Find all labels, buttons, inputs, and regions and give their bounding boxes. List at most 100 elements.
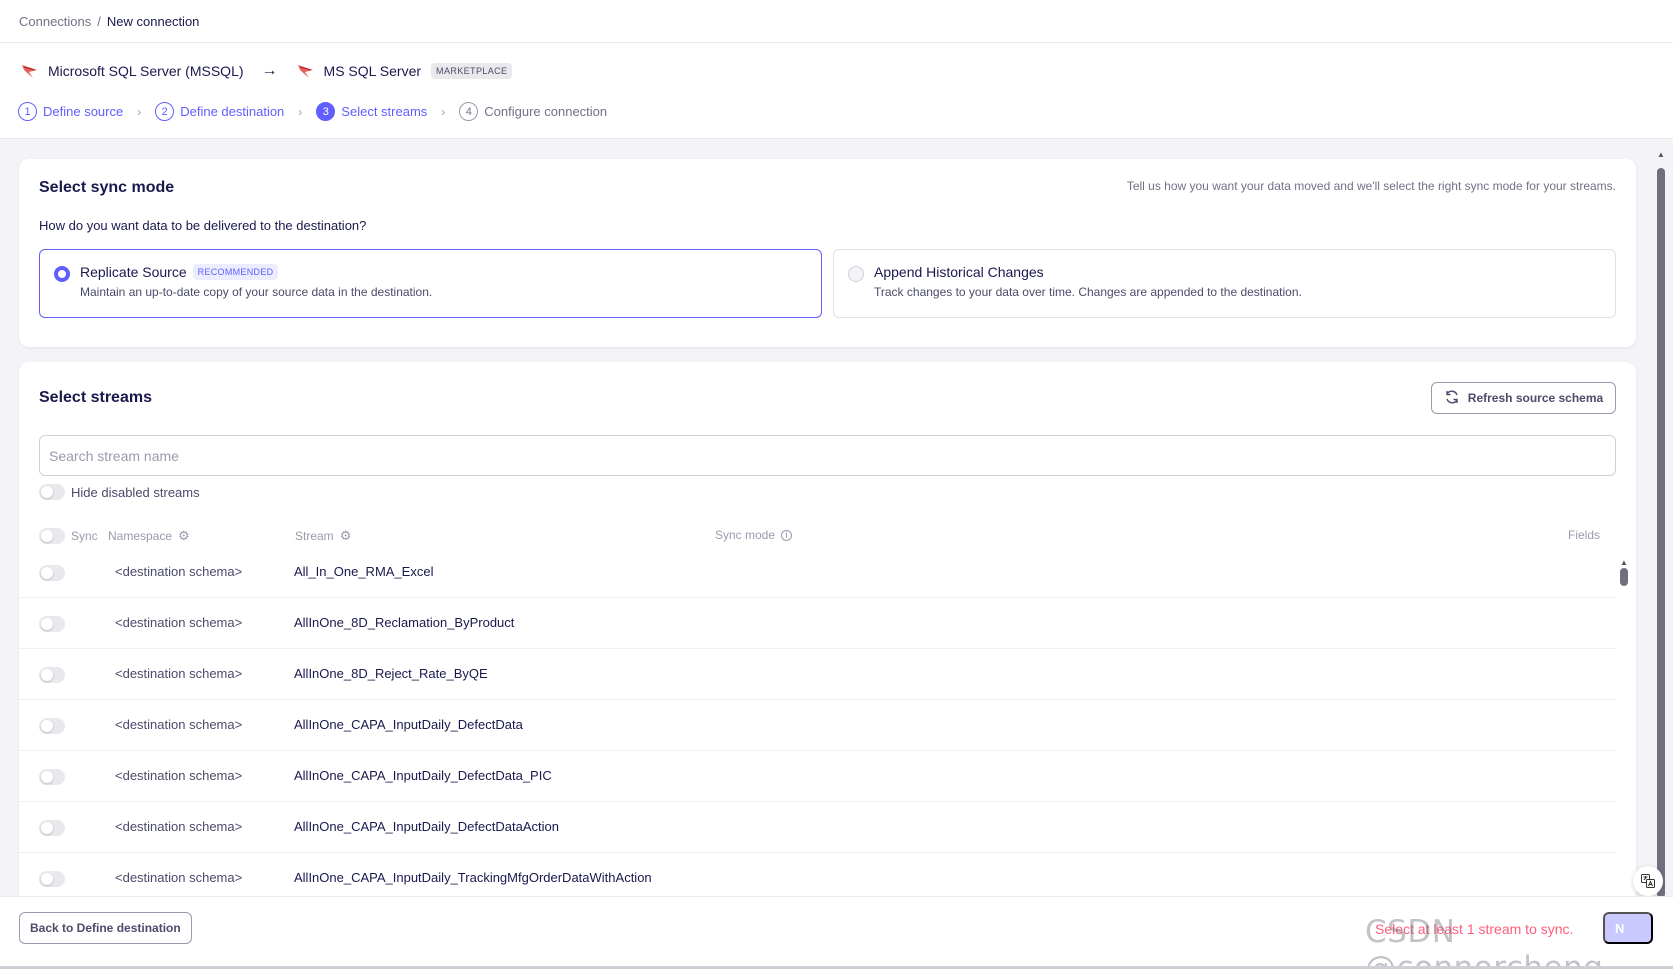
stream-name-cell: AllInOne_8D_Reject_Rate_ByQE [294,666,488,681]
stream-name-cell: All_In_One_RMA_Excel [294,564,434,579]
table-row[interactable]: <destination schema> AllInOne_8D_Reject_… [19,649,1616,700]
table-scrollbar[interactable]: ▲ [1620,558,1628,898]
namespace-cell: <destination schema> [115,717,243,732]
column-sync-label: Sync [71,529,98,543]
sync-mode-title: Select sync mode [39,179,175,196]
hide-disabled-label: Hide disabled streams [71,484,200,500]
option-replicate-source[interactable]: Replicate Source RECOMMENDED Maintain an… [39,249,822,318]
hide-disabled-streams: Hide disabled streams [39,484,200,500]
column-fields-label: Fields [1568,528,1601,542]
source-name: Microsoft SQL Server (MSSQL) [48,63,244,79]
table-row[interactable]: <destination schema> All_In_One_RMA_Exce… [19,547,1616,598]
refresh-source-schema-button[interactable]: Refresh source schema [1431,382,1616,414]
namespace-cell: <destination schema> [115,768,243,783]
refresh-label: Refresh source schema [1467,391,1604,405]
step-configure-connection: 4 Configure connection [459,102,607,121]
chevron-right-icon: › [137,104,142,119]
step-label: Configure connection [484,104,608,119]
namespace-cell: <destination schema> [115,819,243,834]
gear-icon[interactable]: ⚙ [340,528,352,544]
table-row[interactable]: <destination schema> AllInOne_8D_Reclama… [19,598,1616,649]
connection-summary: Microsoft SQL Server (MSSQL) → MS SQL Se… [20,59,513,83]
back-button[interactable]: Back to Define destination [19,912,192,944]
select-streams-title: Select streams [39,389,152,406]
translate-icon[interactable] [1633,866,1663,896]
sync-mode-question: How do you want data to be delivered to … [39,218,367,233]
gear-icon[interactable]: ⚙ [178,528,190,544]
namespace-cell: <destination schema> [115,666,243,681]
chevron-right-icon: › [298,104,303,119]
step-number: 4 [459,102,479,121]
step-label: Define source [43,104,124,119]
stream-sync-toggle[interactable] [39,565,65,581]
column-namespace: Namespace ⚙ [108,528,190,544]
connection-header: Microsoft SQL Server (MSSQL) → MS SQL Se… [0,43,1673,139]
option-description: Track changes to your data over time. Ch… [874,285,1302,299]
next-button[interactable]: N [1603,912,1653,944]
step-select-streams[interactable]: 3 Select streams [316,102,427,121]
page-scrollbar[interactable]: ▲ [1655,150,1667,900]
mssql-source-icon [20,61,40,81]
marketplace-badge: MARKETPLACE [431,63,513,79]
stream-sync-toggle[interactable] [39,769,65,785]
search-stream-input[interactable] [39,435,1616,476]
step-define-destination[interactable]: 2 Define destination [155,102,284,121]
top-bar: Connections / New connection [0,0,1673,43]
namespace-cell: <destination schema> [115,564,243,579]
footer-bar: Back to Define destination Select at lea… [0,896,1673,969]
validation-error: Select at least 1 stream to sync. [1375,921,1574,937]
table-row[interactable]: <destination schema> AllInOne_CAPA_Input… [19,700,1616,751]
step-label: Define destination [180,104,285,119]
stream-name-cell: AllInOne_CAPA_InputDaily_TrackingMfgOrde… [294,870,652,885]
sync-mode-card: Select sync mode Tell us how you want yo… [19,159,1636,347]
info-icon[interactable]: i [781,529,793,541]
stream-sync-toggle[interactable] [39,616,65,632]
breadcrumb-current: New connection [106,13,200,29]
step-define-source[interactable]: 1 Define source [18,102,123,121]
stream-sync-toggle[interactable] [39,871,65,887]
option-title: Append Historical Changes [874,264,1044,280]
chevron-right-icon: › [441,104,446,119]
scroll-up-arrow-icon[interactable]: ▲ [1620,558,1628,567]
stream-sync-toggle[interactable] [39,667,65,683]
column-sync: Sync [39,528,98,544]
stream-name-cell: AllInOne_CAPA_InputDaily_DefectData [294,717,523,732]
option-append-historical-changes[interactable]: Append Historical Changes Track changes … [833,249,1616,318]
column-stream: Stream ⚙ [295,528,351,544]
select-streams-card: Select streams Refresh source schema Hid… [19,362,1636,902]
sync-mode-hint: Tell us how you want your data moved and… [1126,179,1616,193]
hide-disabled-toggle[interactable] [39,484,65,500]
column-stream-label: Stream [295,529,334,543]
column-sync-mode-label: Sync mode [715,528,776,542]
namespace-cell: <destination schema> [115,870,243,885]
step-number: 3 [316,102,336,121]
stepper: 1 Define source › 2 Define destination ›… [18,102,607,121]
scroll-up-arrow-icon[interactable]: ▲ [1657,150,1665,159]
stream-name-cell: AllInOne_8D_Reclamation_ByProduct [294,615,515,630]
refresh-icon [1444,389,1460,408]
table-scroll-thumb[interactable] [1620,568,1628,586]
table-row[interactable]: <destination schema> AllInOne_CAPA_Input… [19,751,1616,802]
column-sync-mode: Sync mode i [715,528,793,542]
destination-name: MS SQL Server [323,63,422,79]
step-number: 2 [155,102,175,121]
radio-selected[interactable] [54,266,70,282]
radio-unselected[interactable] [848,266,864,282]
streams-table-body: <destination schema> All_In_One_RMA_Exce… [19,547,1616,902]
option-description: Maintain an up-to-date copy of your sour… [80,285,433,299]
table-row[interactable]: <destination schema> AllInOne_CAPA_Input… [19,802,1616,853]
option-title: Replicate Source [80,264,187,280]
breadcrumb-connections-link[interactable]: Connections [19,14,91,29]
recommended-badge: RECOMMENDED [192,264,279,280]
sync-all-toggle[interactable] [39,528,65,544]
namespace-cell: <destination schema> [115,615,243,630]
mssql-destination-icon [296,61,316,81]
stream-sync-toggle[interactable] [39,718,65,734]
column-fields: Fields [1568,528,1600,542]
table-row[interactable]: <destination schema> AllInOne_CAPA_Input… [19,853,1616,902]
stream-sync-toggle[interactable] [39,820,65,836]
page-scroll-thumb[interactable] [1657,168,1665,898]
step-label: Select streams [341,104,428,119]
stream-name-cell: AllInOne_CAPA_InputDaily_DefectData_PIC [294,768,552,783]
breadcrumb-separator: / [97,13,101,29]
